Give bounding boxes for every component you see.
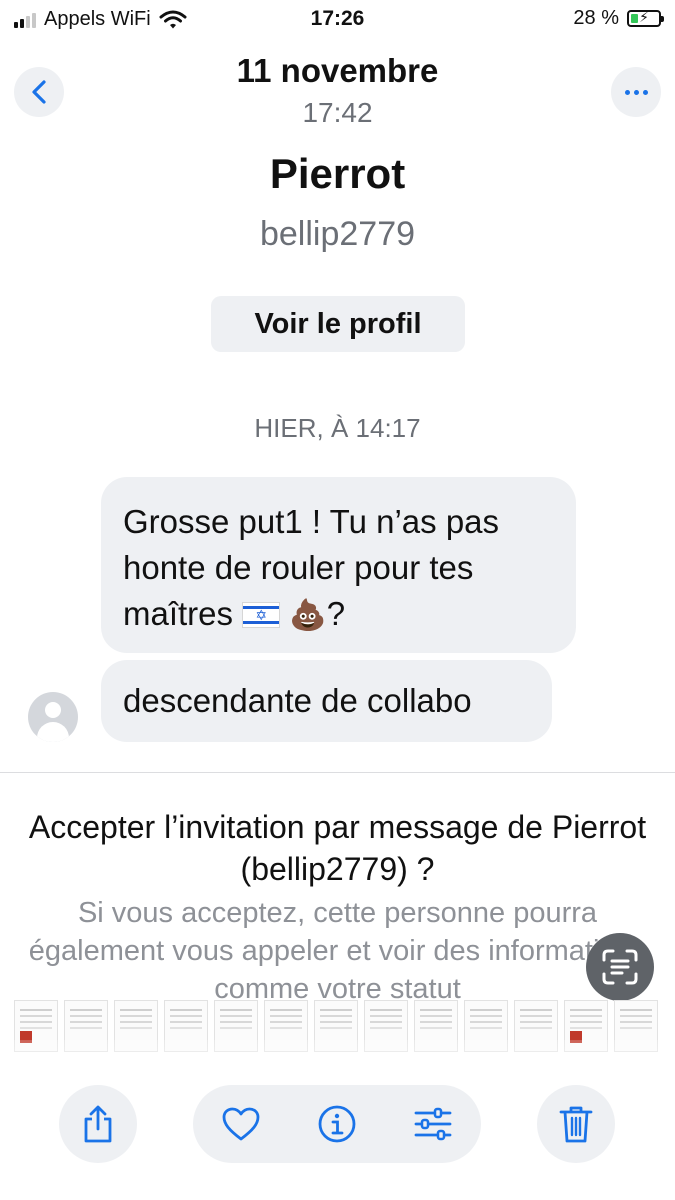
delete-button[interactable] — [537, 1085, 615, 1163]
message-bubble[interactable]: Grosse put1 ! Tu n’as pas honte de roule… — [101, 477, 576, 653]
invitation-body: Si vous acceptez, cette personne pourra … — [28, 897, 647, 1005]
battery-icon: ⚡ — [627, 9, 664, 27]
message-bubble[interactable]: descendante de collabo — [101, 660, 552, 742]
more-options-button[interactable] — [611, 67, 661, 117]
status-right: 28 % ⚡ — [573, 7, 664, 30]
message-text: descendante de collabo — [123, 682, 472, 719]
contact-handle: bellip2779 — [259, 215, 416, 253]
toolbar-actions-group — [193, 1085, 481, 1163]
text-scan-icon — [602, 949, 638, 985]
adjust-button[interactable] — [408, 1099, 458, 1149]
share-icon — [84, 1105, 112, 1143]
share-button[interactable] — [59, 1085, 137, 1163]
conversation-time: 17:42 — [302, 97, 373, 128]
like-button[interactable] — [216, 1099, 266, 1149]
invitation-title: Accepter l’invitation par message de Pie… — [28, 809, 647, 887]
contact-name: Pierrot — [269, 150, 406, 197]
battery-percent: 28 % — [573, 7, 619, 29]
sliders-icon — [414, 1107, 452, 1141]
charging-bolt-icon: ⚡ — [639, 9, 649, 25]
divider — [0, 772, 675, 773]
status-bar: Appels WiFi 17:26 28 % ⚡ — [0, 0, 675, 40]
view-profile-button[interactable]: Voir le profil — [211, 296, 465, 352]
pile-of-poo-emoji: 💩 — [289, 599, 327, 632]
live-text-scan-button[interactable] — [586, 933, 654, 1001]
message-text-end: ? — [326, 595, 346, 632]
more-dots-icon — [624, 89, 648, 95]
conversation-date: 11 novembre — [236, 52, 439, 89]
info-icon — [318, 1105, 356, 1143]
trash-icon — [559, 1106, 593, 1143]
heart-icon — [222, 1107, 260, 1141]
day-separator: HIER, À 14:17 — [254, 413, 421, 443]
israel-flag-emoji: ✡ — [242, 602, 281, 628]
sender-avatar — [28, 692, 78, 742]
info-button[interactable] — [312, 1099, 362, 1149]
